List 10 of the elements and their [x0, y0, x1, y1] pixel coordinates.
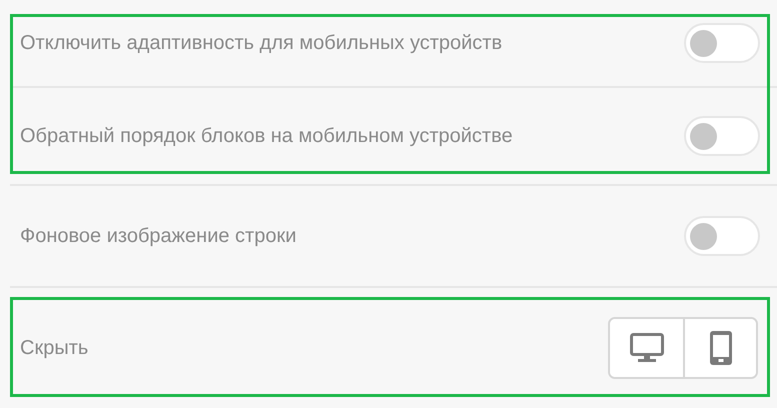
smartphone-icon: [710, 331, 732, 365]
toggle-switch[interactable]: [684, 23, 760, 63]
setting-label: Скрыть: [20, 336, 88, 360]
toggle-switch[interactable]: [684, 216, 760, 256]
setting-label: Фоновое изображение строки: [20, 224, 296, 248]
setting-label: Отключить адаптивность для мобильных устройств: [20, 32, 502, 54]
toggle-switch[interactable]: [684, 116, 760, 156]
device-button[interactable]: [683, 319, 756, 377]
monitor-icon: [630, 333, 664, 363]
setting-label: Обратный порядок блоков на мобильном устройстве: [20, 124, 513, 148]
